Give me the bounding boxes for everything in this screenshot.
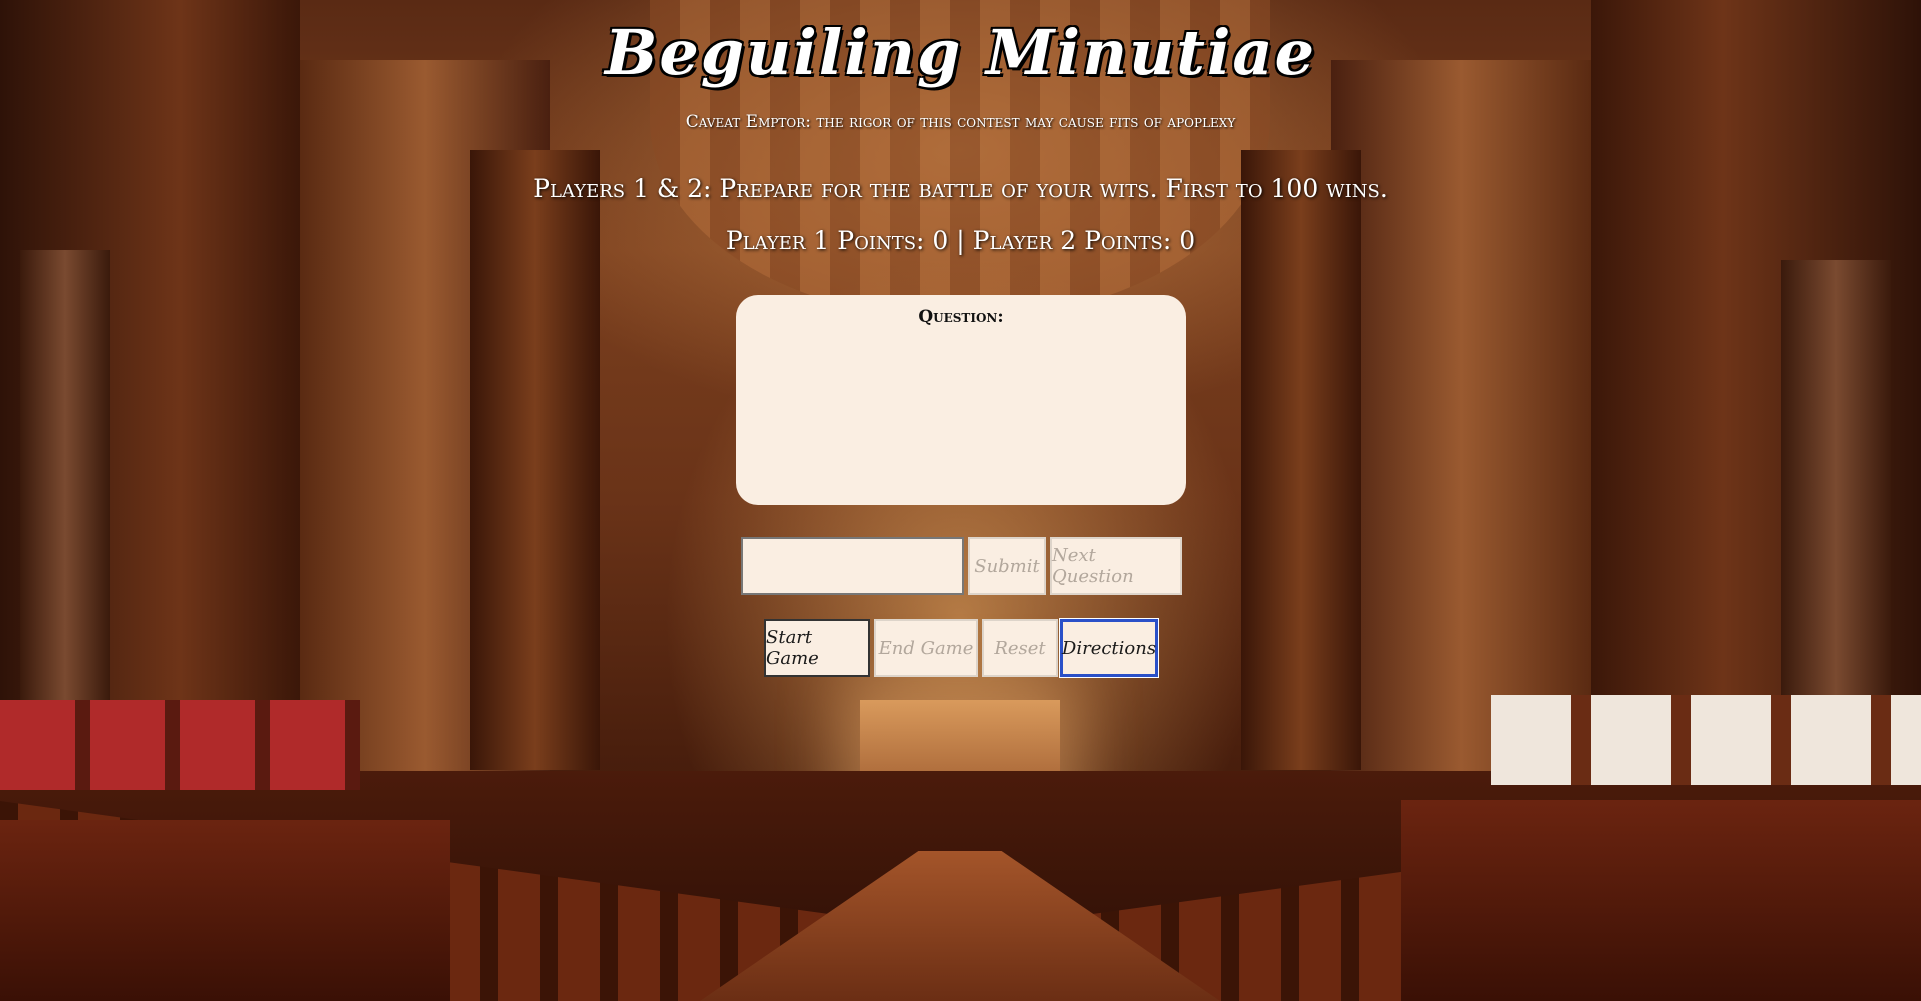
submit-button[interactable]: Submit (968, 537, 1046, 595)
book-display-left (0, 700, 360, 790)
bench-right (1401, 800, 1921, 1001)
tagline: Caveat Emptor: the rigor of this contest… (685, 112, 1236, 132)
player2-label: Player 2 Points: (972, 226, 1172, 255)
question-label: Question: (918, 307, 1004, 327)
bench-left (0, 820, 450, 1001)
book-display-right (1491, 695, 1921, 785)
end-game-button[interactable]: End Game (874, 619, 978, 677)
player2-points: 0 (1179, 226, 1196, 255)
answer-input[interactable] (741, 537, 964, 595)
right-column (1781, 260, 1891, 700)
start-game-button[interactable]: Start Game (764, 619, 870, 677)
directions-button[interactable]: Directions (1060, 619, 1158, 677)
left-column (20, 250, 110, 720)
page-title: Beguiling Minutiae (604, 16, 1317, 89)
intro-text: Players 1 & 2: Prepare for the battle of… (533, 174, 1388, 203)
scoreboard: Player 1 Points: 0 | Player 2 Points: 0 (0, 226, 1921, 255)
player1-label: Player 1 Points: (725, 226, 925, 255)
player1-points: 0 (932, 226, 949, 255)
reset-button[interactable]: Reset (982, 619, 1058, 677)
right-arch (1331, 60, 1591, 780)
score-separator: | (956, 226, 965, 255)
next-question-button[interactable]: Next Question (1050, 537, 1182, 595)
question-panel: Question: (736, 295, 1186, 505)
